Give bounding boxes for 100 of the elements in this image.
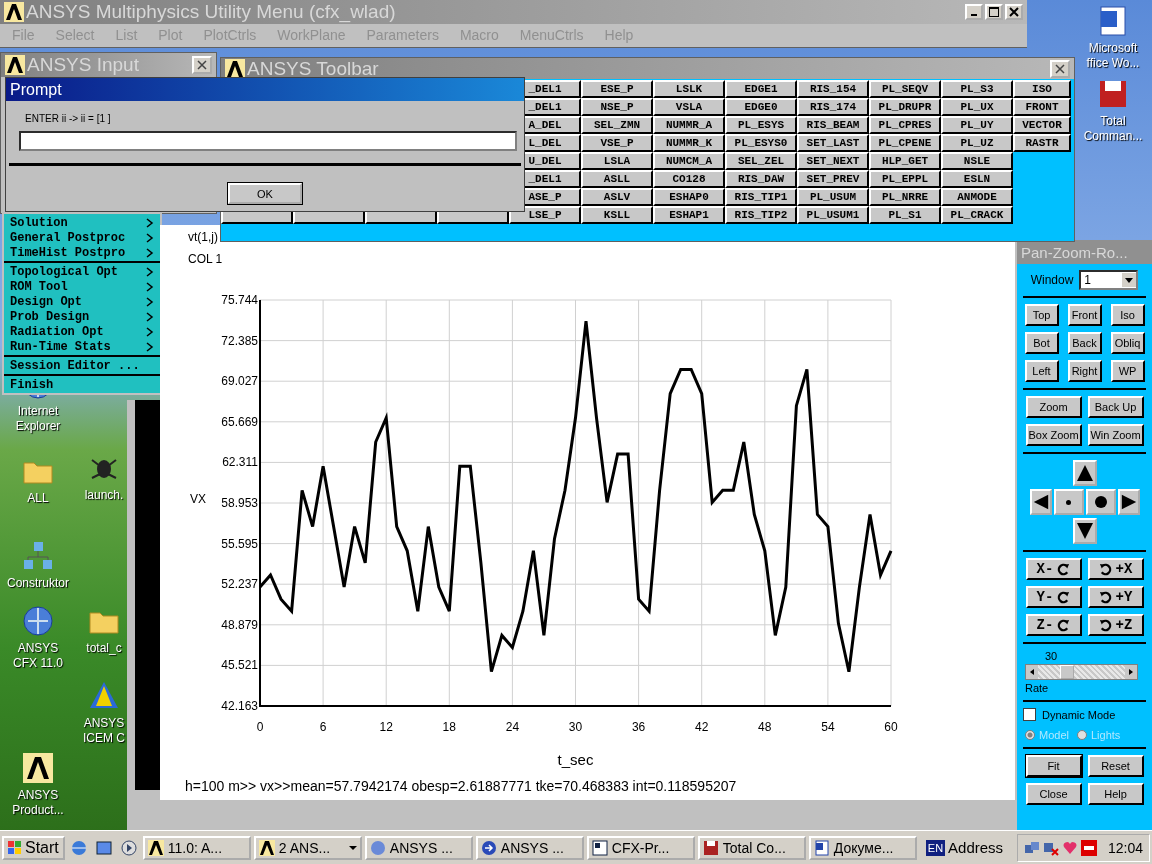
toolbar-button[interactable]: PL_USUM1 <box>797 206 869 224</box>
rotate-button[interactable]: +Y <box>1087 586 1144 608</box>
toolbar-button[interactable]: NUMMR_A <box>653 116 725 134</box>
graphics-card-icon[interactable] <box>1080 839 1097 856</box>
toolbar-button[interactable]: NSE_P <box>581 98 653 116</box>
menu-item[interactable]: Radiation Opt <box>10 324 104 339</box>
toolbar-button[interactable]: RIS_TIP1 <box>725 188 797 206</box>
menu-item[interactable]: Topological Opt <box>10 264 119 279</box>
close-button[interactable] <box>1005 4 1023 20</box>
toolbar-button[interactable]: PL_CPRES <box>869 116 941 134</box>
toolbar-button[interactable]: RIS_TIP2 <box>725 206 797 224</box>
view-button[interactable]: Left <box>1024 360 1059 382</box>
language-indicator[interactable]: EN <box>925 839 946 856</box>
toolbar-button[interactable]: PL_SEQV <box>869 80 941 98</box>
taskbar-button[interactable]: 2 ANS... <box>253 835 362 860</box>
view-button[interactable]: Bot <box>1024 332 1059 354</box>
view-button[interactable]: Iso <box>1110 304 1145 326</box>
toolbar-button[interactable]: NUMCM_A <box>653 152 725 170</box>
toolbar-button[interactable]: PL_USUM <box>797 188 869 206</box>
view-button[interactable]: WP <box>1110 360 1145 382</box>
close-button[interactable] <box>1050 59 1070 78</box>
toolbar-button[interactable]: RIS_BEAM <box>797 116 869 134</box>
pan-right-button[interactable] <box>1117 489 1140 515</box>
rate-slider[interactable] <box>1025 664 1138 680</box>
toolbar-button[interactable]: NUMMR_K <box>653 134 725 152</box>
zoom-in-button[interactable] <box>1085 489 1116 515</box>
scroll-right-icon[interactable] <box>1125 665 1137 679</box>
rotate-button[interactable]: +Z <box>1087 614 1144 636</box>
network-icon[interactable] <box>1023 839 1040 856</box>
toolbar-button[interactable]: SET_PREV <box>797 170 869 188</box>
view-button[interactable]: Right <box>1067 360 1102 382</box>
toolbar-button[interactable]: RIS_174 <box>797 98 869 116</box>
menu-item[interactable]: Session Editor ... <box>10 358 140 373</box>
menu-item[interactable]: ROM Tool <box>10 279 68 294</box>
toolbar-button[interactable]: PL_ESYS0 <box>725 134 797 152</box>
view-button[interactable]: Back <box>1067 332 1102 354</box>
toolbar-button[interactable]: LSE_P <box>509 206 581 224</box>
toolbar-button[interactable]: RIS_154 <box>797 80 869 98</box>
toolbar-button[interactable]: PL_EPPL <box>869 170 941 188</box>
zoom-button[interactable]: Box Zoom <box>1025 424 1082 446</box>
toolbar-button[interactable]: ESHAP0 <box>653 188 725 206</box>
zoom-button[interactable]: Back Up <box>1087 396 1144 418</box>
taskbar-button[interactable]: 11.0: A... <box>142 835 251 860</box>
panel-button[interactable]: Help <box>1087 783 1144 805</box>
browser-icon[interactable] <box>69 838 88 857</box>
logo-icon[interactable] <box>22 752 54 784</box>
pan-up-button[interactable] <box>1072 460 1097 486</box>
taskbar-button[interactable]: CFX-Pr... <box>586 835 695 860</box>
menu-item[interactable]: Design Opt <box>10 294 82 309</box>
toolbar-button[interactable]: LSLK <box>653 80 725 98</box>
menu-item[interactable]: Solution <box>10 215 68 230</box>
toolbar-button[interactable]: PL_UX <box>941 98 1013 116</box>
toolbar-button[interactable]: ESLN <box>941 170 1013 188</box>
toolbar-button[interactable]: PL_ESYS <box>725 116 797 134</box>
toolbar-button[interactable]: KSLL <box>581 206 653 224</box>
panel-button[interactable]: Reset <box>1087 755 1144 777</box>
zoom-button[interactable]: Zoom <box>1025 396 1082 418</box>
toolbar-button[interactable]: SET_LAST <box>797 134 869 152</box>
zoom-out-button[interactable] <box>1053 489 1084 515</box>
toolbar-button[interactable]: PL_DRUPR <box>869 98 941 116</box>
menu-item[interactable]: TimeHist Postpro <box>10 245 126 260</box>
toolbar-button[interactable]: CO128 <box>653 170 725 188</box>
zoom-button[interactable]: Win Zoom <box>1087 424 1144 446</box>
panel-button[interactable]: Close <box>1025 783 1082 805</box>
view-button[interactable]: Front <box>1067 304 1102 326</box>
ok-button[interactable]: OK <box>228 183 302 204</box>
toolbar-button[interactable]: ANMODE <box>941 188 1013 206</box>
menu-item[interactable]: Run-Time Stats <box>10 339 111 354</box>
toolbar-button[interactable]: PL_CRACK <box>941 206 1013 224</box>
toolbar-button[interactable]: ESHAP1 <box>653 206 725 224</box>
toolbar-button[interactable]: EDGE1 <box>725 80 797 98</box>
toolbar-button[interactable]: HLP_GET <box>869 152 941 170</box>
minimize-button[interactable] <box>965 4 983 20</box>
rotate-button[interactable]: Y- <box>1025 586 1082 608</box>
rotate-button[interactable]: Z- <box>1025 614 1082 636</box>
toolbar-button[interactable]: ASLV <box>581 188 653 206</box>
toolbar-button[interactable]: PL_UZ <box>941 134 1013 152</box>
toolbar-button[interactable]: VECTOR <box>1013 116 1071 134</box>
menu-item[interactable]: Finish <box>10 377 54 392</box>
toolbar-button[interactable]: RIS_DAW <box>725 170 797 188</box>
rotate-button[interactable]: +X <box>1087 558 1144 580</box>
close-button[interactable] <box>192 56 212 74</box>
taskbar-button[interactable]: ANSYS ... <box>364 835 473 860</box>
toolbar-button[interactable]: PL_NRRE <box>869 188 941 206</box>
toolbar-button[interactable]: LSLA <box>581 152 653 170</box>
taskbar-button[interactable]: ANSYS ... <box>475 835 584 860</box>
toolbar-button[interactable]: FRONT <box>1013 98 1071 116</box>
toolbar-button[interactable]: PL_CPENE <box>869 134 941 152</box>
document-icon[interactable] <box>1097 5 1129 37</box>
toolbar-button[interactable]: EDGE0 <box>725 98 797 116</box>
toolbar-button[interactable]: SEL_ZEL <box>725 152 797 170</box>
toolbar-button[interactable]: ASLL <box>581 170 653 188</box>
menu-item[interactable]: Prob Design <box>10 309 90 324</box>
taskbar-button[interactable]: Докуме... <box>808 835 917 860</box>
menu-item[interactable]: General Postproc <box>10 230 126 245</box>
panel-button[interactable]: Fit <box>1025 755 1082 777</box>
heart-icon[interactable] <box>1061 839 1078 856</box>
window-select[interactable]: 1 <box>1079 270 1139 290</box>
dynamic-mode-checkbox[interactable]: Dynamic Mode <box>1023 708 1146 721</box>
pan-down-button[interactable] <box>1072 518 1097 544</box>
